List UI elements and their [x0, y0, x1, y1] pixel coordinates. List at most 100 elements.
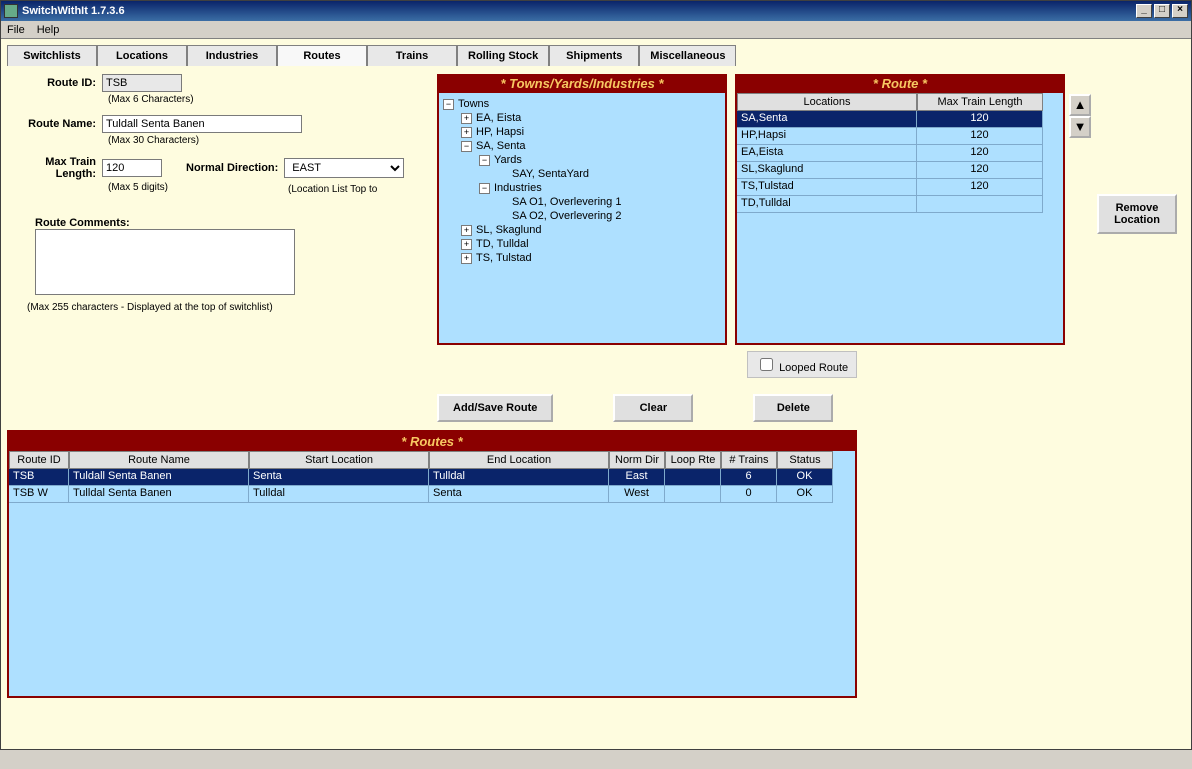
expand-icon[interactable]: + [461, 127, 472, 138]
title-bar: SwitchWithIt 1.7.3.6 _ □ × [1, 1, 1191, 21]
app-icon [4, 4, 18, 18]
tab-shipments[interactable]: Shipments [549, 45, 639, 66]
collapse-icon[interactable]: − [461, 141, 472, 152]
clear-button[interactable]: Clear [613, 394, 693, 422]
grid-header[interactable]: Norm Dir [609, 451, 665, 469]
grid-cell[interactable] [665, 469, 721, 486]
route-comments-label: Route Comments: [35, 217, 429, 229]
menu-help[interactable]: Help [37, 24, 60, 36]
tree-item[interactable]: TD, Tulldal [476, 238, 529, 250]
tree-item[interactable]: TS, Tulstad [476, 252, 532, 264]
expand-icon[interactable]: + [461, 225, 472, 236]
grid-cell[interactable]: TSB [9, 469, 69, 486]
route-maxlen-cell[interactable]: 120 [917, 162, 1043, 179]
route-location-cell[interactable]: TS,Tulstad [737, 179, 917, 196]
maximize-button[interactable]: □ [1154, 4, 1170, 18]
route-name-label: Route Name: [7, 118, 102, 130]
add-save-route-button[interactable]: Add/Save Route [437, 394, 553, 422]
tab-trains[interactable]: Trains [367, 45, 457, 66]
menu-file[interactable]: File [7, 24, 25, 36]
expand-icon[interactable]: + [461, 239, 472, 250]
tab-rolling-stock[interactable]: Rolling Stock [457, 45, 549, 66]
route-id-label: Route ID: [7, 77, 102, 89]
grid-cell[interactable]: Senta [429, 486, 609, 503]
grid-header[interactable]: # Trains [721, 451, 777, 469]
tree-root[interactable]: Towns [458, 98, 489, 110]
move-down-button[interactable]: ▼ [1069, 116, 1091, 138]
routes-grid-title: * Routes * [9, 432, 855, 451]
tab-routes[interactable]: Routes [277, 45, 367, 66]
remove-location-button[interactable]: Remove Location [1097, 194, 1177, 234]
grid-header[interactable]: Start Location [249, 451, 429, 469]
route-location-cell[interactable]: SA,Senta [737, 111, 917, 128]
delete-button[interactable]: Delete [753, 394, 833, 422]
looped-route-checkbox[interactable] [760, 358, 773, 371]
grid-header[interactable]: End Location [429, 451, 609, 469]
grid-cell[interactable]: Senta [249, 469, 429, 486]
grid-header[interactable]: Route ID [9, 451, 69, 469]
tree-item[interactable]: Industries [494, 182, 542, 194]
route-location-cell[interactable]: EA,Eista [737, 145, 917, 162]
tree-item[interactable]: SAY, SentaYard [512, 168, 589, 180]
tree-item[interactable]: SA, Senta [476, 140, 526, 152]
grid-cell[interactable]: Tulldal Senta Banen [69, 486, 249, 503]
grid-header[interactable]: Loop Rte [665, 451, 721, 469]
close-button[interactable]: × [1172, 4, 1188, 18]
max-len-hint: (Max 5 digits) [108, 182, 168, 193]
route-col-max-len[interactable]: Max Train Length [917, 93, 1043, 111]
grid-cell[interactable]: Tuldall Senta Banen [69, 469, 249, 486]
tree-item[interactable]: SA O2, Overlevering 2 [512, 210, 621, 222]
grid-cell[interactable]: OK [777, 469, 833, 486]
expand-icon[interactable]: + [461, 253, 472, 264]
route-location-cell[interactable]: SL,Skaglund [737, 162, 917, 179]
grid-cell[interactable]: Tulldal [429, 469, 609, 486]
max-train-length-label: Max Train Length: [7, 156, 102, 180]
menu-bar: File Help [1, 21, 1191, 39]
grid-cell[interactable]: OK [777, 486, 833, 503]
collapse-icon[interactable]: − [479, 183, 490, 194]
grid-cell[interactable]: 6 [721, 469, 777, 486]
normal-direction-label: Normal Direction: [186, 162, 284, 174]
route-panel-title: * Route * [735, 74, 1065, 93]
collapse-icon[interactable]: − [479, 155, 490, 166]
grid-header[interactable]: Route Name [69, 451, 249, 469]
tree-item[interactable]: HP, Hapsi [476, 126, 524, 138]
tree-item[interactable]: SL, Skaglund [476, 224, 541, 236]
tab-industries[interactable]: Industries [187, 45, 277, 66]
route-maxlen-cell[interactable]: 120 [917, 111, 1043, 128]
route-maxlen-cell[interactable]: 120 [917, 179, 1043, 196]
route-maxlen-cell[interactable]: 120 [917, 145, 1043, 162]
route-maxlen-cell[interactable] [917, 196, 1043, 213]
normal-direction-select[interactable]: EAST [284, 158, 404, 178]
route-id-hint: (Max 6 Characters) [108, 94, 429, 105]
move-up-button[interactable]: ▲ [1069, 94, 1091, 116]
max-train-length-input[interactable] [102, 159, 162, 177]
tab-locations[interactable]: Locations [97, 45, 187, 66]
expand-icon[interactable]: − [443, 99, 454, 110]
tab-miscellaneous[interactable]: Miscellaneous [639, 45, 736, 66]
route-maxlen-cell[interactable]: 120 [917, 128, 1043, 145]
towns-tree[interactable]: −Towns +EA, Eista+HP, Hapsi−SA, Senta−Ya… [439, 93, 725, 343]
grid-cell[interactable]: 0 [721, 486, 777, 503]
tree-item[interactable]: SA O1, Overlevering 1 [512, 196, 621, 208]
grid-cell[interactable]: Tulldal [249, 486, 429, 503]
tab-switchlists[interactable]: Switchlists [7, 45, 97, 66]
window-title: SwitchWithIt 1.7.3.6 [22, 5, 125, 17]
tab-bar: SwitchlistsLocationsIndustriesRoutesTrai… [7, 45, 1185, 66]
grid-cell[interactable]: East [609, 469, 665, 486]
grid-cell[interactable]: West [609, 486, 665, 503]
tree-item[interactable]: EA, Eista [476, 112, 521, 124]
looped-route-label: Looped Route [779, 362, 848, 374]
route-comments-textarea[interactable] [35, 229, 295, 295]
route-id-input[interactable] [102, 74, 182, 92]
grid-cell[interactable]: TSB W [9, 486, 69, 503]
route-location-cell[interactable]: TD,Tulldal [737, 196, 917, 213]
route-location-cell[interactable]: HP,Hapsi [737, 128, 917, 145]
tree-item[interactable]: Yards [494, 154, 522, 166]
route-name-input[interactable] [102, 115, 302, 133]
minimize-button[interactable]: _ [1136, 4, 1152, 18]
expand-icon[interactable]: + [461, 113, 472, 124]
route-col-locations[interactable]: Locations [737, 93, 917, 111]
grid-header[interactable]: Status [777, 451, 833, 469]
grid-cell[interactable] [665, 486, 721, 503]
